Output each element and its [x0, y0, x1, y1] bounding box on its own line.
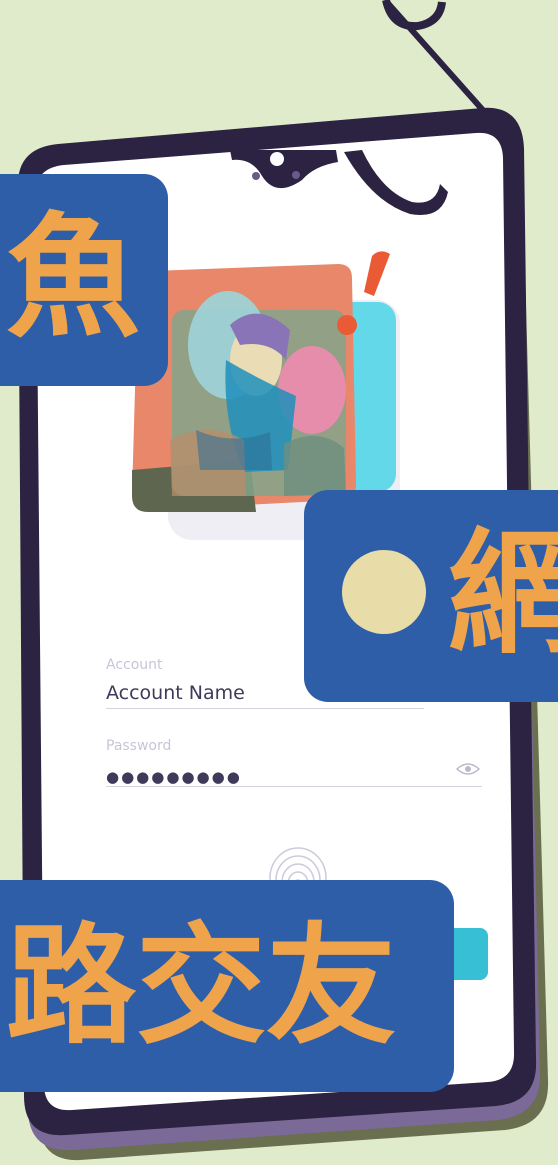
- title-net: 網: [448, 516, 558, 672]
- password-underline: [106, 786, 482, 787]
- phishing-illustration: Account Account Name Password ●●●●●●●●● …: [0, 0, 558, 1165]
- account-underline: [106, 708, 424, 709]
- title-fish: 魚: [6, 200, 141, 356]
- eye-icon[interactable]: [456, 762, 480, 776]
- title-tile-friend: 路交友: [0, 880, 454, 1092]
- title-tile-net: 網: [304, 490, 558, 702]
- title-friend: 路交友: [6, 910, 397, 1062]
- title-tile-fish: 魚: [0, 174, 168, 386]
- account-label: Account: [106, 657, 163, 673]
- record-dot-icon: [342, 550, 426, 634]
- password-input[interactable]: ●●●●●●●●●: [106, 768, 242, 786]
- account-input[interactable]: Account Name: [106, 682, 245, 704]
- password-label: Password: [106, 738, 172, 754]
